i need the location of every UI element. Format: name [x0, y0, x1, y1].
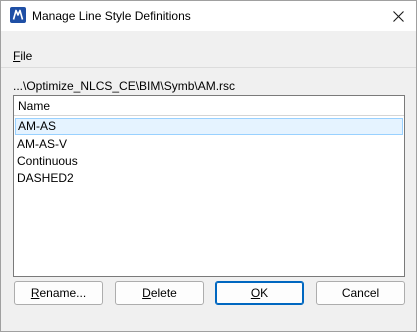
- list-column-header[interactable]: Name: [14, 96, 404, 116]
- column-header-name: Name: [18, 99, 51, 113]
- dialog-window: Manage Line Style Definitions File ...\O…: [0, 0, 417, 332]
- cancel-button[interactable]: Cancel: [316, 281, 405, 305]
- list-item-continuous[interactable]: Continuous: [15, 153, 403, 170]
- list-item-am-as-v[interactable]: AM-AS-V: [15, 136, 403, 153]
- file-path-label: ...\Optimize_NLCS_CE\BIM\Symb\AM.rsc: [13, 79, 236, 93]
- delete-label: elete: [150, 286, 177, 300]
- menu-bar: File: [1, 31, 416, 68]
- ok-button[interactable]: OK: [215, 281, 304, 305]
- title-bar[interactable]: Manage Line Style Definitions: [1, 1, 416, 31]
- ok-label: K: [260, 286, 269, 300]
- window-title: Manage Line Style Definitions: [32, 9, 191, 23]
- rename-accel: R: [30, 286, 40, 300]
- list-item-dashed2[interactable]: DASHED2: [15, 170, 403, 187]
- list-body: AM-AS AM-AS-V Continuous DASHED2: [14, 117, 404, 276]
- line-style-list[interactable]: Name AM-AS AM-AS-V Continuous DASHED2: [13, 95, 405, 277]
- close-icon: [392, 10, 404, 22]
- close-button[interactable]: [380, 1, 416, 31]
- app-icon: [10, 7, 26, 23]
- rename-button[interactable]: Rename...: [14, 281, 103, 305]
- delete-accel: D: [142, 286, 151, 300]
- menu-file-label: ile: [20, 49, 33, 63]
- ok-accel: O: [250, 286, 261, 300]
- menu-file[interactable]: File: [13, 49, 32, 63]
- menu-separator: [1, 67, 416, 68]
- delete-button[interactable]: Delete: [115, 281, 204, 305]
- list-item-am-as[interactable]: AM-AS: [15, 118, 403, 135]
- rename-label: ename...: [39, 286, 87, 300]
